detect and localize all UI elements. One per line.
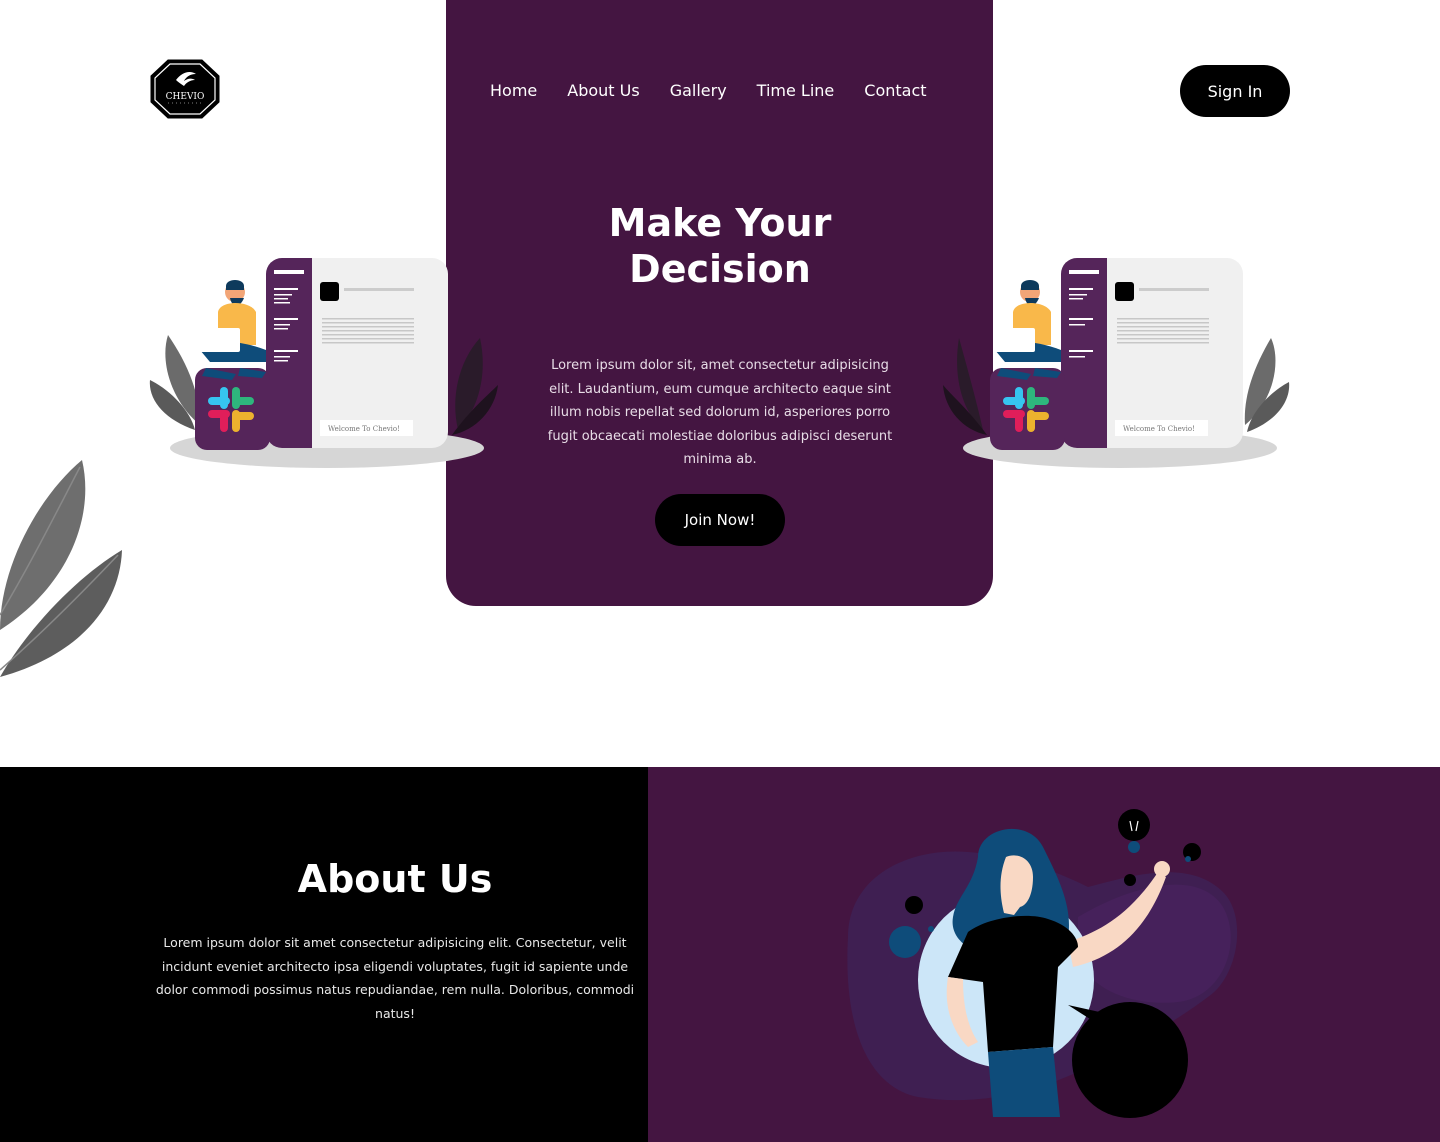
bird-wing-icon: CHEVIO [150,59,220,119]
idea-woman-illustration [847,809,1238,1118]
hero-title: Make Your Decision [500,200,940,292]
illustration-caption-right: Welcome To Chevio! [1123,425,1195,433]
hero-title-line2: Decision [629,247,811,291]
about-title: About Us [297,857,493,901]
leaf-decoration [0,460,122,677]
nav-home[interactable]: Home [490,79,537,103]
nav-gallery[interactable]: Gallery [670,79,727,103]
hero-title-line1: Make Your [608,201,832,245]
hero-section: CHEVIO Home About Us Gallery Time Line C… [0,0,1440,767]
hero-description: Lorem ipsum dolor sit, amet consectetur … [547,358,893,467]
main-nav: Home About Us Gallery Time Line Contact [490,79,927,103]
join-now-button[interactable]: Join Now! [655,494,785,546]
nav-contact[interactable]: Contact [864,79,926,103]
nav-time-line[interactable]: Time Line [757,79,835,103]
slack-illustration-right: Welcome To Chevio! [935,250,1295,475]
slack-illustration-left: Welcome To Chevio! [140,250,500,475]
logo-text: CHEVIO [166,92,205,102]
about-description: Lorem ipsum dolor sit amet consectetur a… [155,935,635,1021]
about-section: About Us Lorem ipsum dolor sit amet cons… [0,767,1440,1142]
logo[interactable]: CHEVIO [150,58,220,120]
about-illustration-panel [648,767,1440,1142]
nav-about-us[interactable]: About Us [567,79,639,103]
about-text-panel: About Us Lorem ipsum dolor sit amet cons… [0,767,648,1142]
sign-in-button[interactable]: Sign In [1180,65,1290,117]
illustration-caption: Welcome To Chevio! [328,425,400,433]
